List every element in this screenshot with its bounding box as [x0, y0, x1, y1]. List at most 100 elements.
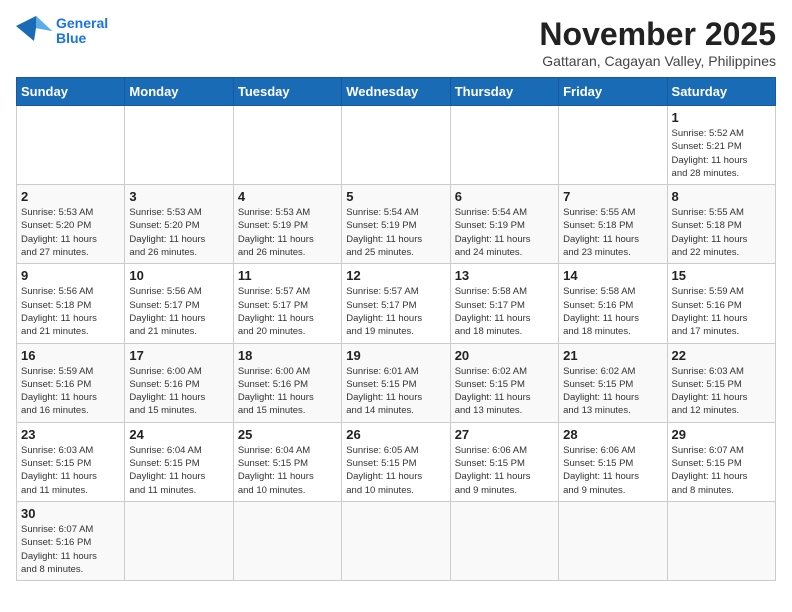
page-header: General Blue November 2025 Gattaran, Cag…	[16, 16, 776, 69]
calendar-cell: 4 Sunrise: 5:53 AM Sunset: 5:19 PM Daylig…	[233, 185, 341, 264]
day-number: 4	[238, 189, 337, 204]
day-info: Sunrise: 6:00 AM Sunset: 5:16 PM Dayligh…	[129, 365, 228, 418]
calendar-week-2: 9Sunrise: 5:56 AM Sunset: 5:18 PM Daylig…	[17, 264, 776, 343]
calendar-cell: 21Sunrise: 6:02 AM Sunset: 5:15 PM Dayli…	[559, 343, 667, 422]
calendar-cell: 24Sunrise: 6:04 AM Sunset: 5:15 PM Dayli…	[125, 422, 233, 501]
calendar-cell: 1 Sunrise: 5:52 AM Sunset: 5:21 PM Daylig…	[667, 106, 775, 185]
day-info: Sunrise: 5:58 AM Sunset: 5:17 PM Dayligh…	[455, 285, 554, 338]
calendar-cell	[233, 106, 341, 185]
weekday-wednesday: Wednesday	[342, 78, 450, 106]
day-info: Sunrise: 6:02 AM Sunset: 5:15 PM Dayligh…	[455, 365, 554, 418]
day-info: Sunrise: 6:07 AM Sunset: 5:15 PM Dayligh…	[672, 444, 771, 497]
day-number: 16	[21, 348, 120, 363]
day-number: 12	[346, 268, 445, 283]
day-number: 7	[563, 189, 662, 204]
month-title: November 2025	[539, 16, 776, 53]
calendar-cell: 2 Sunrise: 5:53 AM Sunset: 5:20 PM Daylig…	[17, 185, 125, 264]
calendar-cell	[125, 106, 233, 185]
day-number: 28	[563, 427, 662, 442]
day-info: Sunrise: 6:05 AM Sunset: 5:15 PM Dayligh…	[346, 444, 445, 497]
day-info: Sunrise: 5:53 AM Sunset: 5:20 PM Dayligh…	[129, 206, 228, 259]
weekday-friday: Friday	[559, 78, 667, 106]
day-number: 15	[672, 268, 771, 283]
day-info: Sunrise: 5:54 AM Sunset: 5:19 PM Dayligh…	[455, 206, 554, 259]
calendar-cell: 15 Sunrise: 5:59 AM Sunset: 5:16 PM Dayli…	[667, 264, 775, 343]
day-info: Sunrise: 5:53 AM Sunset: 5:19 PM Dayligh…	[238, 206, 337, 259]
day-info: Sunrise: 6:03 AM Sunset: 5:15 PM Dayligh…	[672, 365, 771, 418]
day-info: Sunrise: 5:56 AM Sunset: 5:17 PM Dayligh…	[129, 285, 228, 338]
day-number: 14	[563, 268, 662, 283]
day-info: Sunrise: 5:52 AM Sunset: 5:21 PM Dayligh…	[672, 127, 771, 180]
calendar-cell: 7Sunrise: 5:55 AM Sunset: 5:18 PM Daylig…	[559, 185, 667, 264]
calendar-cell: 19 Sunrise: 6:01 AM Sunset: 5:15 PM Dayli…	[342, 343, 450, 422]
calendar-cell: 3Sunrise: 5:53 AM Sunset: 5:20 PM Daylig…	[125, 185, 233, 264]
weekday-sunday: Sunday	[17, 78, 125, 106]
calendar-week-1: 2 Sunrise: 5:53 AM Sunset: 5:20 PM Daylig…	[17, 185, 776, 264]
weekday-saturday: Saturday	[667, 78, 775, 106]
calendar-cell	[125, 501, 233, 580]
calendar-cell: 29 Sunrise: 6:07 AM Sunset: 5:15 PM Dayli…	[667, 422, 775, 501]
calendar-cell: 13 Sunrise: 5:58 AM Sunset: 5:17 PM Dayli…	[450, 264, 558, 343]
calendar-table: SundayMondayTuesdayWednesdayThursdayFrid…	[16, 77, 776, 581]
weekday-thursday: Thursday	[450, 78, 558, 106]
calendar-cell: 23 Sunrise: 6:03 AM Sunset: 5:15 PM Dayli…	[17, 422, 125, 501]
day-number: 6	[455, 189, 554, 204]
day-number: 19	[346, 348, 445, 363]
day-info: Sunrise: 5:53 AM Sunset: 5:20 PM Dayligh…	[21, 206, 120, 259]
day-number: 1	[672, 110, 771, 125]
calendar-week-5: 30Sunrise: 6:07 AM Sunset: 5:16 PM Dayli…	[17, 501, 776, 580]
calendar-cell: 25 Sunrise: 6:04 AM Sunset: 5:15 PM Dayli…	[233, 422, 341, 501]
calendar-cell: 17 Sunrise: 6:00 AM Sunset: 5:16 PM Dayli…	[125, 343, 233, 422]
calendar-cell	[233, 501, 341, 580]
calendar-cell: 28 Sunrise: 6:06 AM Sunset: 5:15 PM Dayli…	[559, 422, 667, 501]
weekday-tuesday: Tuesday	[233, 78, 341, 106]
calendar-cell: 12Sunrise: 5:57 AM Sunset: 5:17 PM Dayli…	[342, 264, 450, 343]
calendar-cell	[450, 106, 558, 185]
calendar-cell: 5Sunrise: 5:54 AM Sunset: 5:19 PM Daylig…	[342, 185, 450, 264]
day-number: 22	[672, 348, 771, 363]
day-number: 20	[455, 348, 554, 363]
calendar-cell: 27Sunrise: 6:06 AM Sunset: 5:15 PM Dayli…	[450, 422, 558, 501]
day-info: Sunrise: 5:56 AM Sunset: 5:18 PM Dayligh…	[21, 285, 120, 338]
day-info: Sunrise: 5:55 AM Sunset: 5:18 PM Dayligh…	[672, 206, 771, 259]
weekday-monday: Monday	[125, 78, 233, 106]
calendar-week-3: 16 Sunrise: 5:59 AM Sunset: 5:16 PM Dayli…	[17, 343, 776, 422]
calendar-cell: 11Sunrise: 5:57 AM Sunset: 5:17 PM Dayli…	[233, 264, 341, 343]
day-number: 24	[129, 427, 228, 442]
calendar-cell: 16 Sunrise: 5:59 AM Sunset: 5:16 PM Dayli…	[17, 343, 125, 422]
day-info: Sunrise: 5:59 AM Sunset: 5:16 PM Dayligh…	[21, 365, 120, 418]
calendar-cell: 9Sunrise: 5:56 AM Sunset: 5:18 PM Daylig…	[17, 264, 125, 343]
day-info: Sunrise: 6:06 AM Sunset: 5:15 PM Dayligh…	[455, 444, 554, 497]
calendar-cell	[342, 501, 450, 580]
day-info: Sunrise: 5:59 AM Sunset: 5:16 PM Dayligh…	[672, 285, 771, 338]
day-number: 2	[21, 189, 120, 204]
day-info: Sunrise: 6:03 AM Sunset: 5:15 PM Dayligh…	[21, 444, 120, 497]
day-info: Sunrise: 6:06 AM Sunset: 5:15 PM Dayligh…	[563, 444, 662, 497]
location-title: Gattaran, Cagayan Valley, Philippines	[539, 53, 776, 69]
calendar-cell: 26Sunrise: 6:05 AM Sunset: 5:15 PM Dayli…	[342, 422, 450, 501]
calendar-cell	[17, 106, 125, 185]
day-info: Sunrise: 6:04 AM Sunset: 5:15 PM Dayligh…	[238, 444, 337, 497]
day-info: Sunrise: 5:58 AM Sunset: 5:16 PM Dayligh…	[563, 285, 662, 338]
day-number: 8	[672, 189, 771, 204]
day-number: 5	[346, 189, 445, 204]
day-number: 17	[129, 348, 228, 363]
day-number: 13	[455, 268, 554, 283]
logo-general: General	[56, 15, 108, 31]
calendar-week-4: 23 Sunrise: 6:03 AM Sunset: 5:15 PM Dayli…	[17, 422, 776, 501]
calendar-cell: 6 Sunrise: 5:54 AM Sunset: 5:19 PM Daylig…	[450, 185, 558, 264]
day-number: 18	[238, 348, 337, 363]
day-number: 23	[21, 427, 120, 442]
calendar-cell: 14 Sunrise: 5:58 AM Sunset: 5:16 PM Dayli…	[559, 264, 667, 343]
logo: General Blue	[16, 16, 108, 47]
day-number: 10	[129, 268, 228, 283]
calendar-cell: 22 Sunrise: 6:03 AM Sunset: 5:15 PM Dayli…	[667, 343, 775, 422]
day-info: Sunrise: 6:01 AM Sunset: 5:15 PM Dayligh…	[346, 365, 445, 418]
day-number: 30	[21, 506, 120, 521]
calendar-cell	[450, 501, 558, 580]
day-number: 29	[672, 427, 771, 442]
calendar-cell	[559, 501, 667, 580]
calendar-cell: 18Sunrise: 6:00 AM Sunset: 5:16 PM Dayli…	[233, 343, 341, 422]
weekday-header-row: SundayMondayTuesdayWednesdayThursdayFrid…	[17, 78, 776, 106]
day-number: 25	[238, 427, 337, 442]
